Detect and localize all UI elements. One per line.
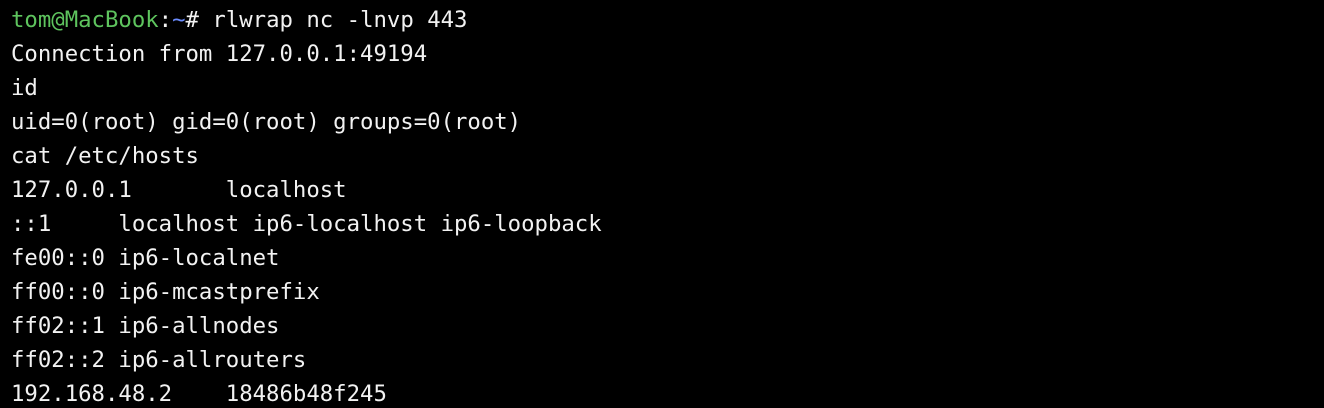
prompt-line: tom@MacBook:~# rlwrap nc -lnvp 443 <box>11 3 1324 37</box>
prompt-symbol: # <box>185 7 213 33</box>
output-line: fe00::0 ip6-localnet <box>11 245 280 271</box>
output-line: 192.168.48.2 18486b48f245 <box>11 381 387 407</box>
output-line: cat /etc/hosts <box>11 143 199 169</box>
output-line: ff00::0 ip6-mcastprefix <box>11 279 320 305</box>
output-line: id <box>11 75 38 101</box>
prompt-user-host: tom@MacBook <box>11 7 159 33</box>
terminal-window[interactable]: tom@MacBook:~# rlwrap nc -lnvp 443 Conne… <box>0 0 1324 408</box>
output-line: Connection from 127.0.0.1:49194 <box>11 41 428 67</box>
output-line: uid=0(root) gid=0(root) groups=0(root) <box>11 109 522 135</box>
output-line: ff02::2 ip6-allrouters <box>11 347 307 373</box>
prompt-path: ~ <box>172 7 186 33</box>
output-line: ff02::1 ip6-allnodes <box>11 313 280 339</box>
prompt-separator: : <box>158 7 173 33</box>
output-line: ::1 localhost ip6-localhost ip6-loopback <box>11 211 602 237</box>
prompt-command: rlwrap nc -lnvp 443 <box>212 7 468 33</box>
output-line: 127.0.0.1 localhost <box>11 177 347 203</box>
